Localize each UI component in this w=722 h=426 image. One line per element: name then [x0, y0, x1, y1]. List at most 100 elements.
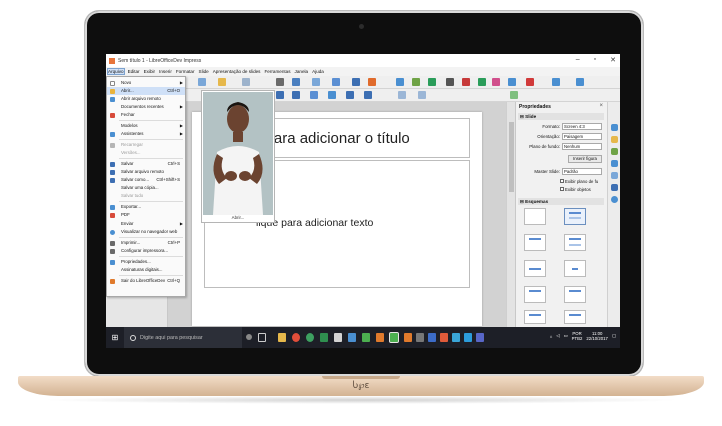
spellcheck-icon[interactable] — [292, 78, 300, 86]
slide-new-icon[interactable] — [552, 78, 560, 86]
layout-title-content-2[interactable] — [564, 234, 586, 251]
fontwork-icon[interactable] — [462, 78, 470, 86]
file-menu-save-as[interactable]: Salvar como... Ctrl+Shift+S — [107, 176, 185, 184]
menu-exibir[interactable]: Exibir — [144, 69, 156, 74]
file-menu-wizards[interactable]: Assistentes ▶ — [107, 130, 185, 138]
show-objects-checkbox[interactable]: Exibir objetos — [560, 187, 591, 192]
menu-arquivo[interactable]: Arquivo — [107, 68, 125, 75]
network-icon[interactable]: ⌂ — [550, 334, 553, 339]
task-view-icon[interactable] — [258, 333, 266, 342]
animation-tab-icon[interactable] — [611, 148, 618, 155]
insert-image-button[interactable]: Inserir figura — [568, 155, 602, 163]
table-icon[interactable] — [396, 78, 404, 86]
file-menu-save-all[interactable]: Salvar tudo — [107, 192, 185, 200]
copy-icon[interactable] — [198, 78, 206, 86]
notepad-icon[interactable] — [334, 333, 342, 342]
taskbar-search-box[interactable]: Digite aqui para pesquisar — [124, 327, 242, 348]
microphone-icon[interactable] — [246, 334, 252, 340]
file-menu-reload[interactable]: Recarregar — [107, 141, 185, 149]
multimedia-icon[interactable] — [492, 78, 500, 86]
gallery-tab-icon[interactable] — [611, 184, 618, 191]
slide-layout-icon[interactable] — [576, 78, 584, 86]
app-red-icon[interactable] — [440, 333, 448, 342]
vertical-scrollbar[interactable] — [506, 102, 515, 327]
taskbar-clock[interactable]: 11:00 22/10/2017 — [586, 331, 608, 341]
sign-language-video[interactable]: Abrir... — [201, 90, 275, 223]
maximize-button[interactable]: ▫ — [594, 56, 596, 64]
stars-icon[interactable] — [346, 91, 354, 99]
media-icon[interactable] — [478, 78, 486, 86]
grid-icon[interactable] — [312, 78, 320, 86]
file-menu-send[interactable]: Enviar ▶ — [107, 220, 185, 228]
file-menu-open[interactable]: Abrir... Ctrl+O — [107, 87, 185, 95]
file-menu-printer-settings[interactable]: Configurar impressora... — [107, 247, 185, 255]
file-menu-new[interactable]: Novo ▶ — [107, 79, 185, 87]
orientation-select[interactable]: Paisagem — [562, 133, 602, 140]
glue-points-icon[interactable] — [418, 91, 426, 99]
app-purple-icon[interactable] — [476, 333, 484, 342]
excel-icon[interactable] — [320, 333, 328, 342]
app-lightblue-icon[interactable] — [452, 333, 460, 342]
block-arrows-icon[interactable] — [310, 91, 318, 99]
format-select[interactable]: Screen 4:3 — [562, 123, 602, 130]
layout-title-content[interactable] — [564, 208, 586, 225]
layout-title-only[interactable] — [524, 234, 546, 251]
paste-icon[interactable] — [218, 78, 226, 86]
callouts-icon[interactable] — [328, 91, 336, 99]
show-background-checkbox[interactable]: Exibir plano de fu — [560, 179, 598, 184]
slide-section-header[interactable]: ⊟ Slide — [518, 113, 604, 120]
impress-icon[interactable] — [376, 333, 384, 342]
file-menu-templates[interactable]: Modelos ▶ — [107, 122, 185, 130]
menu-ajuda[interactable]: Ajuda — [312, 69, 324, 74]
3d-objects-icon[interactable] — [364, 91, 372, 99]
minimize-button[interactable]: – — [576, 56, 580, 64]
layout-centered-text[interactable] — [564, 260, 586, 277]
menu-editar[interactable]: Editar — [128, 69, 140, 74]
active-app-icon[interactable] — [389, 332, 399, 343]
file-menu-properties[interactable]: Propriedades... — [107, 258, 185, 266]
find-icon[interactable] — [276, 78, 284, 86]
file-menu-export-pdf[interactable]: PDF — [107, 211, 185, 219]
app-cyan-icon[interactable] — [464, 333, 472, 342]
layouts-section-header[interactable]: ⊟ Esquemas — [518, 198, 604, 205]
notification-icon[interactable]: ▢ — [612, 333, 616, 339]
calc-icon[interactable] — [362, 333, 370, 342]
file-menu-save[interactable]: Salvar Ctrl+S — [107, 160, 185, 168]
app-gray-icon[interactable] — [416, 333, 424, 342]
menu-slide[interactable]: Slide — [199, 69, 209, 74]
ellipse-icon[interactable] — [276, 91, 284, 99]
file-menu-close[interactable]: Fechar — [107, 111, 185, 119]
impress-doc-icon[interactable] — [404, 333, 412, 342]
layout-two-content[interactable] — [524, 286, 546, 303]
menu-apresentacao[interactable]: Apresentação de slides — [213, 69, 261, 74]
keyboard-icon[interactable]: ▭ — [564, 333, 568, 339]
chrome-icon[interactable] — [292, 333, 300, 342]
language-indicator[interactable]: POR PTB2 — [572, 331, 583, 341]
master-slides-tab-icon[interactable] — [611, 160, 618, 167]
file-menu-save-copy[interactable]: Salvar uma cópia... — [107, 184, 185, 192]
image-icon[interactable] — [412, 78, 420, 86]
app-blue-icon[interactable] — [428, 333, 436, 342]
file-menu-versions[interactable]: Versões... — [107, 149, 185, 157]
file-menu-export[interactable]: Exportar... — [107, 203, 185, 211]
file-explorer-icon[interactable] — [278, 333, 286, 342]
file-menu-recent[interactable]: Documentos recentes ▶ — [107, 103, 185, 111]
windows-start-icon[interactable]: ⊞ — [106, 327, 124, 348]
navigator-tab-icon[interactable] — [611, 196, 618, 203]
layout-four-content[interactable] — [524, 310, 546, 324]
slide-transition-tab-icon[interactable] — [611, 136, 618, 143]
close-window-button[interactable]: ✕ — [610, 56, 616, 64]
menu-inserir[interactable]: Inserir — [159, 69, 172, 74]
layout-centered[interactable] — [524, 260, 546, 277]
properties-tab-icon[interactable] — [611, 124, 618, 131]
start-presentation-icon[interactable] — [368, 78, 376, 86]
points-icon[interactable] — [398, 91, 406, 99]
file-menu-digital-signatures[interactable]: Assinaturas digitais... — [107, 266, 185, 274]
textbox-icon[interactable] — [446, 78, 454, 86]
master-slide-icon[interactable] — [352, 78, 360, 86]
crop-icon[interactable] — [510, 91, 518, 99]
display-views-icon[interactable] — [332, 78, 340, 86]
file-menu-save-remote[interactable]: Salvar arquivo remoto — [107, 168, 185, 176]
sidebar-close-icon[interactable]: × — [599, 103, 603, 109]
writer-icon[interactable] — [348, 333, 356, 342]
